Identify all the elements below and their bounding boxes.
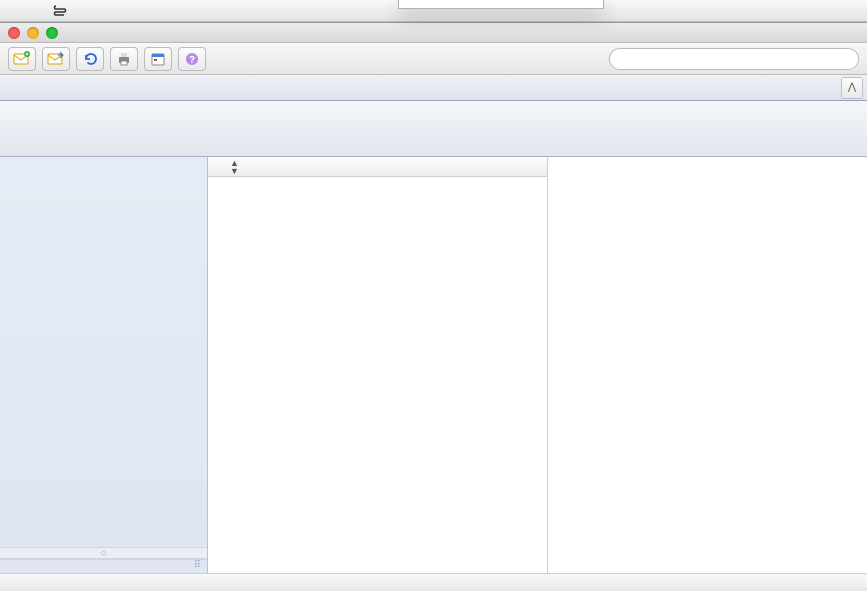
search-input[interactable] bbox=[609, 48, 859, 70]
ribbon-tabbar: ⋀ bbox=[0, 75, 867, 101]
sidebar: ○ ⠿ bbox=[0, 157, 208, 573]
quick-access-toolbar: ? bbox=[0, 43, 867, 75]
status-bar bbox=[0, 573, 867, 591]
outlook-window: ? ⋀ ○ ⠿ ▲▼ bbox=[0, 22, 867, 590]
sort-toggle-icon[interactable]: ▲▼ bbox=[230, 159, 239, 175]
collapse-ribbon-button[interactable]: ⋀ bbox=[841, 77, 863, 99]
sidebar-splitter[interactable]: ○ bbox=[0, 547, 207, 559]
search-box bbox=[609, 48, 859, 70]
zoom-button[interactable] bbox=[46, 27, 58, 39]
my-day-icon[interactable] bbox=[144, 47, 172, 71]
message-list-pane: ▲▼ bbox=[208, 157, 548, 573]
send-receive-icon[interactable] bbox=[42, 47, 70, 71]
script-menu-icon[interactable] bbox=[44, 0, 76, 22]
smart-folders-header bbox=[0, 157, 207, 171]
ribbon bbox=[0, 101, 867, 157]
close-button[interactable] bbox=[8, 27, 20, 39]
window-titlebar bbox=[0, 23, 867, 43]
sidebar-resize-grip[interactable]: ⠿ bbox=[0, 559, 207, 573]
traffic-lights bbox=[8, 27, 58, 39]
app-menu[interactable] bbox=[20, 0, 38, 22]
print-icon[interactable] bbox=[110, 47, 138, 71]
undo-icon[interactable] bbox=[76, 47, 104, 71]
arrange-by-bar[interactable]: ▲▼ bbox=[208, 157, 547, 177]
svg-text:?: ? bbox=[189, 55, 195, 66]
help-icon[interactable]: ? bbox=[178, 47, 206, 71]
reading-pane bbox=[548, 157, 867, 573]
message-list-empty bbox=[208, 177, 547, 573]
compose-icon[interactable] bbox=[8, 47, 36, 71]
tools-menu-dropdown bbox=[398, 0, 604, 9]
minimize-button[interactable] bbox=[27, 27, 39, 39]
